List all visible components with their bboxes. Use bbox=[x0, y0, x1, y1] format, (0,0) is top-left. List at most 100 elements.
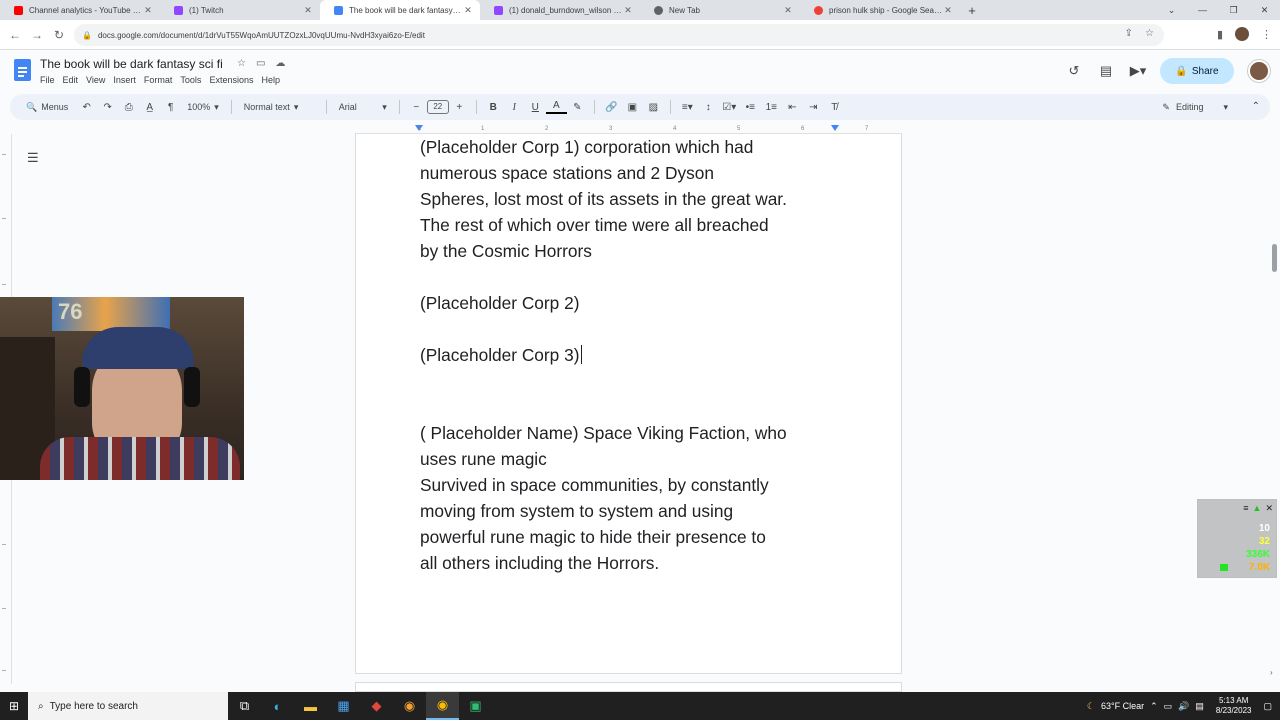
network-icon[interactable]: ▭ bbox=[1164, 701, 1173, 712]
share-url-icon[interactable]: ⇪ bbox=[1125, 28, 1133, 39]
kebab-menu-icon[interactable]: ⋮ bbox=[1261, 28, 1272, 41]
close-icon[interactable]: ✕ bbox=[782, 5, 794, 16]
tray-chevron-up-icon[interactable]: ⌃ bbox=[1150, 701, 1158, 712]
windows-start-icon[interactable]: ⊞ bbox=[0, 692, 28, 720]
browser-tab-google-search[interactable]: prison hulk ship - Google Search ✕ bbox=[800, 0, 960, 20]
add-comment-icon[interactable]: ▣ bbox=[622, 102, 643, 113]
document-outline-icon[interactable]: ☰ bbox=[27, 150, 39, 166]
close-window-icon[interactable]: ✕ bbox=[1249, 0, 1280, 20]
insert-image-icon[interactable]: ▨ bbox=[643, 102, 664, 113]
decrease-font-size-icon[interactable]: − bbox=[406, 102, 427, 113]
minimize-icon[interactable]: — bbox=[1187, 0, 1218, 20]
taskbar-clock[interactable]: 5:13 AM 8/23/2023 bbox=[1210, 696, 1258, 716]
weather-moon-icon[interactable]: ☾ bbox=[1087, 701, 1095, 712]
weather-text[interactable]: 63°F Clear bbox=[1101, 701, 1144, 711]
line-spacing-icon[interactable]: ↕ bbox=[698, 102, 719, 113]
share-button[interactable]: 🔒 Share bbox=[1160, 58, 1234, 84]
paint-format-icon[interactable]: ¶ bbox=[160, 102, 181, 113]
store-icon[interactable]: ▦ bbox=[327, 692, 360, 720]
comments-icon[interactable]: ▤ bbox=[1090, 63, 1122, 79]
edge-icon[interactable]: ◐ bbox=[261, 692, 294, 720]
close-icon[interactable]: ✕ bbox=[302, 5, 314, 16]
menu-file[interactable]: File bbox=[40, 75, 55, 85]
docs-logo-icon[interactable] bbox=[14, 59, 31, 81]
horizontal-ruler[interactable]: 1 1 2 3 4 5 6 7 bbox=[355, 124, 902, 134]
taskbar-search-input[interactable]: ⌕ Type here to search bbox=[28, 692, 228, 720]
history-icon[interactable]: ↺ bbox=[1058, 63, 1090, 79]
browser-tab-twitch-channel[interactable]: (1) donald_burndown_wilson - Tw ✕ bbox=[480, 0, 640, 20]
increase-font-size-icon[interactable]: + bbox=[449, 102, 470, 113]
restore-icon[interactable]: ❐ bbox=[1218, 0, 1249, 20]
numbered-list-icon[interactable]: 1≡ bbox=[761, 102, 782, 113]
menu-view[interactable]: View bbox=[86, 75, 105, 85]
notifications-icon[interactable]: ▢ bbox=[1263, 701, 1280, 712]
search-menus-button[interactable]: 🔍 Menus bbox=[18, 97, 76, 117]
document-body[interactable]: (Placeholder Corp 1) corporation which h… bbox=[420, 134, 850, 576]
back-icon[interactable]: ← bbox=[4, 28, 26, 42]
link-icon[interactable]: 🔗 bbox=[601, 102, 622, 113]
collapse-toolbar-icon[interactable]: ⌃ bbox=[1252, 94, 1260, 120]
cloud-saved-icon[interactable]: ☁ bbox=[275, 58, 285, 69]
menu-tools[interactable]: Tools bbox=[180, 75, 201, 85]
clear-formatting-icon[interactable]: T̸ bbox=[824, 102, 845, 113]
triangle-up-icon[interactable]: ▲ bbox=[1253, 503, 1262, 514]
scrollbar-thumb[interactable] bbox=[1272, 244, 1277, 272]
chrome-taskbar-icon[interactable]: ◉ bbox=[426, 692, 459, 720]
menu-extensions[interactable]: Extensions bbox=[209, 75, 253, 85]
editing-mode-select[interactable]: ✎ Editing ▾ bbox=[1162, 94, 1228, 120]
language-icon[interactable]: ▤ bbox=[1195, 701, 1204, 712]
close-icon[interactable]: ✕ bbox=[462, 5, 474, 16]
lock-icon[interactable]: 🔒 bbox=[82, 31, 92, 40]
browser-tab-new[interactable]: New Tab ✕ bbox=[640, 0, 800, 20]
star-icon[interactable]: ☆ bbox=[237, 58, 246, 69]
bold-icon[interactable]: B bbox=[483, 102, 504, 113]
bookmark-star-icon[interactable]: ☆ bbox=[1145, 28, 1154, 39]
sidepanel-icon[interactable]: ▮ bbox=[1217, 28, 1223, 41]
right-indent-marker[interactable] bbox=[831, 125, 839, 131]
redo-icon[interactable]: ↷ bbox=[97, 102, 118, 113]
chevron-down-icon[interactable]: ⌄ bbox=[1156, 0, 1187, 20]
zoom-select[interactable]: 100% ▾ bbox=[181, 102, 225, 113]
close-icon[interactable]: ✕ bbox=[942, 5, 954, 16]
increase-indent-icon[interactable]: ⇥ bbox=[803, 102, 824, 113]
folder-icon[interactable]: ▭ bbox=[256, 58, 265, 69]
print-icon[interactable]: ⎙ bbox=[118, 102, 139, 113]
font-select[interactable]: Arial ▾ bbox=[333, 102, 393, 113]
decrease-indent-icon[interactable]: ⇤ bbox=[782, 102, 803, 113]
app-icon-orange[interactable]: ◉ bbox=[393, 692, 426, 720]
user-avatar[interactable] bbox=[1248, 60, 1270, 82]
volume-icon[interactable]: 🔊 bbox=[1178, 701, 1189, 712]
close-icon[interactable]: ✕ bbox=[142, 5, 154, 16]
url-input[interactable]: 🔒 docs.google.com/document/d/1drVuT55Wqo… bbox=[74, 24, 1164, 46]
menu-icon[interactable]: ≡ bbox=[1243, 503, 1248, 514]
task-view-icon[interactable]: ⧉ bbox=[228, 692, 261, 720]
document-page[interactable]: (Placeholder Corp 1) corporation which h… bbox=[355, 134, 902, 674]
file-explorer-icon[interactable]: ▬ bbox=[294, 692, 327, 720]
bulleted-list-icon[interactable]: •≡ bbox=[740, 102, 761, 113]
italic-icon[interactable]: I bbox=[504, 102, 525, 113]
app-icon-green[interactable]: ▣ bbox=[459, 692, 492, 720]
browser-tab-twitch[interactable]: (1) Twitch ✕ bbox=[160, 0, 320, 20]
style-select[interactable]: Normal text ▾ bbox=[238, 102, 320, 113]
forward-icon[interactable]: → bbox=[26, 28, 48, 42]
undo-icon[interactable]: ↶ bbox=[76, 102, 97, 113]
spellcheck-icon[interactable]: A̲ bbox=[139, 102, 160, 113]
text-color-icon[interactable]: A bbox=[545, 100, 567, 114]
browser-tab-youtube[interactable]: Channel analytics - YouTube Stu ✕ bbox=[0, 0, 160, 20]
font-size-input[interactable]: 22 bbox=[426, 100, 449, 114]
reload-icon[interactable]: ↻ bbox=[48, 28, 70, 42]
new-tab-button[interactable]: + bbox=[960, 0, 984, 20]
document-title[interactable]: The book will be dark fantasy sci fi bbox=[40, 57, 223, 71]
close-icon[interactable]: ✕ bbox=[622, 5, 634, 16]
app-icon-red[interactable]: ◆ bbox=[360, 692, 393, 720]
menu-edit[interactable]: Edit bbox=[63, 75, 79, 85]
highlight-icon[interactable]: ✎ bbox=[567, 102, 588, 113]
close-icon[interactable]: ✕ bbox=[1265, 503, 1273, 514]
browser-tab-docs[interactable]: The book will be dark fantasy sci ✕ bbox=[320, 0, 480, 20]
meet-icon[interactable]: ▶▾ bbox=[1122, 63, 1154, 79]
underline-icon[interactable]: U bbox=[525, 102, 546, 113]
chevron-right-icon[interactable]: › bbox=[1270, 668, 1273, 677]
align-icon[interactable]: ≡▾ bbox=[677, 102, 698, 113]
checklist-icon[interactable]: ☑▾ bbox=[719, 102, 740, 113]
menu-help[interactable]: Help bbox=[261, 75, 280, 85]
